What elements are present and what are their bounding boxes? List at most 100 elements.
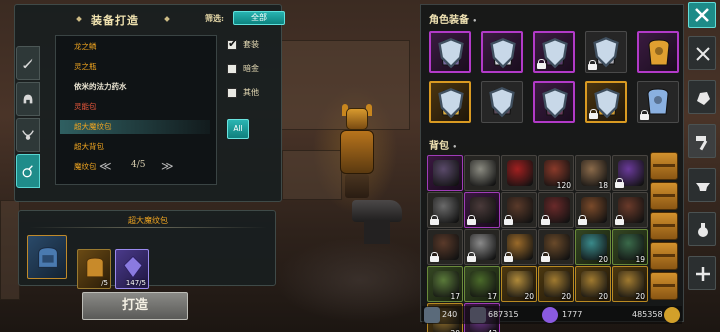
backpack-slot[interactable] — [612, 192, 648, 228]
recipe-item[interactable]: 超大背包 — [60, 140, 210, 154]
recipe-item[interactable]: 龙之鳞 — [60, 40, 210, 54]
item-quantity: 20 — [524, 292, 534, 301]
material-slot[interactable]: /5 — [77, 249, 111, 289]
next-page-button[interactable]: ≫ — [161, 159, 174, 173]
weight-icon — [424, 307, 440, 323]
currency-bar: 240 687315 1777 485358 — [422, 306, 682, 324]
equipment-slot[interactable] — [429, 81, 471, 123]
backpack-slot[interactable] — [538, 192, 574, 228]
filter-checkbox-row[interactable]: 暗金 — [227, 63, 287, 77]
item-quantity: 17 — [450, 292, 460, 301]
equipment-slot[interactable] — [533, 31, 575, 73]
backpack-slot[interactable]: 17 — [427, 266, 463, 302]
backpack-slot[interactable] — [538, 229, 574, 265]
backpack-slot[interactable] — [464, 155, 500, 191]
lock-icon — [589, 109, 598, 119]
equipment-slot[interactable] — [481, 81, 523, 123]
equipment-slot[interactable] — [481, 31, 523, 73]
checkbox[interactable] — [227, 88, 237, 98]
lock-icon — [430, 215, 439, 225]
anvil-base — [364, 220, 390, 244]
all-button[interactable]: All — [227, 119, 249, 139]
shield-badge-icon — [438, 88, 464, 119]
prev-page-button[interactable]: ≪ — [99, 159, 112, 173]
backpack-slot[interactable]: 20 — [501, 266, 537, 302]
close-button[interactable] — [688, 2, 716, 28]
backpack-slot[interactable]: 18 — [575, 155, 611, 191]
backpack-title-text: 背包 — [429, 141, 449, 152]
tool-forge-button[interactable] — [688, 124, 716, 158]
backpack-slot[interactable]: 20 — [538, 266, 574, 302]
craft-button[interactable]: 打造 — [82, 292, 188, 320]
backpack-slot[interactable]: 17 — [464, 266, 500, 302]
material-qty: /5 — [101, 279, 108, 287]
backpack-slot[interactable]: 120 — [538, 155, 574, 191]
equipment-slot[interactable] — [429, 31, 471, 73]
treasure-chest-icon[interactable] — [650, 272, 678, 300]
tab-jewelry[interactable] — [16, 118, 40, 152]
equipment-slot[interactable] — [533, 81, 575, 123]
backpack-slot[interactable] — [575, 192, 611, 228]
tool-anvil-button[interactable] — [688, 168, 716, 202]
treasure-chest-icon[interactable] — [650, 242, 678, 270]
filter-checkbox-row[interactable]: 套装 — [227, 37, 287, 53]
lock-icon — [430, 252, 439, 262]
backpack-slot[interactable] — [501, 229, 537, 265]
tool-material-button[interactable] — [688, 80, 716, 114]
backpack-slot[interactable] — [501, 155, 537, 191]
craft-detail-panel: 超大魔纹包 /5 147/5 — [18, 210, 276, 289]
title-ornament — [76, 16, 82, 22]
backpack-slot[interactable] — [427, 192, 463, 228]
equipment-slot[interactable] — [585, 81, 627, 123]
backpack-slot[interactable]: 20 — [575, 229, 611, 265]
treasure-chest-icon[interactable] — [650, 152, 678, 180]
material-slot[interactable]: 147/5 — [115, 249, 149, 289]
lock-icon — [615, 178, 624, 188]
tool-equipment-button[interactable] — [688, 36, 716, 70]
weight-value: 240 — [442, 310, 458, 319]
backpack-slot[interactable] — [427, 155, 463, 191]
backpack-slot[interactable]: 20 — [612, 266, 648, 302]
backpack-slot[interactable]: 19 — [612, 229, 648, 265]
item-quantity: 20 — [635, 292, 645, 301]
treasure-chest-icon[interactable] — [650, 212, 678, 240]
anvil[interactable] — [352, 200, 402, 222]
recipe-item[interactable]: 灵能包 — [60, 100, 210, 114]
backpack-slot[interactable] — [464, 192, 500, 228]
coin-value: 485358 — [632, 310, 663, 319]
lock-icon — [541, 252, 550, 262]
tool-add-button[interactable] — [688, 256, 716, 290]
equipment-slot[interactable] — [637, 81, 679, 123]
recipe-item[interactable]: 依米的法力药水 — [60, 80, 210, 94]
item-quantity: 19 — [635, 255, 645, 264]
equipment-slot[interactable] — [637, 31, 679, 73]
tab-armor[interactable] — [16, 82, 40, 116]
filter-dropdown[interactable]: 全部 — [233, 11, 285, 25]
backpack-slot[interactable] — [464, 229, 500, 265]
gem-icon — [542, 307, 558, 323]
backpack-slot[interactable] — [501, 192, 537, 228]
treasure-chest-icon[interactable] — [650, 182, 678, 210]
add-icon — [696, 267, 710, 281]
equipment-slot[interactable] — [585, 31, 627, 73]
recipe-item[interactable]: 超大魔纹包 — [60, 120, 210, 134]
recipe-item[interactable]: 灵之瓶 — [60, 60, 210, 74]
necklace-icon — [22, 130, 34, 140]
result-item-slot[interactable] — [27, 235, 67, 279]
filter-checkbox-row[interactable]: 其他 — [227, 87, 287, 101]
backpack-slot[interactable] — [427, 229, 463, 265]
lock-icon — [588, 60, 597, 70]
checkbox[interactable] — [227, 64, 237, 74]
backpack-slot[interactable]: 20 — [575, 266, 611, 302]
backpack-slot[interactable] — [612, 155, 648, 191]
tool-potion-button[interactable] — [688, 212, 716, 246]
coin-icon — [664, 307, 680, 323]
tab-weapon[interactable] — [16, 46, 40, 80]
red-gem-icon — [507, 160, 533, 186]
gem-value: 1777 — [562, 310, 583, 319]
lock-icon — [504, 215, 513, 225]
stone-block — [282, 150, 342, 200]
checkbox[interactable] — [227, 37, 237, 50]
tab-consumable[interactable] — [16, 154, 40, 188]
player-character[interactable] — [336, 104, 378, 200]
